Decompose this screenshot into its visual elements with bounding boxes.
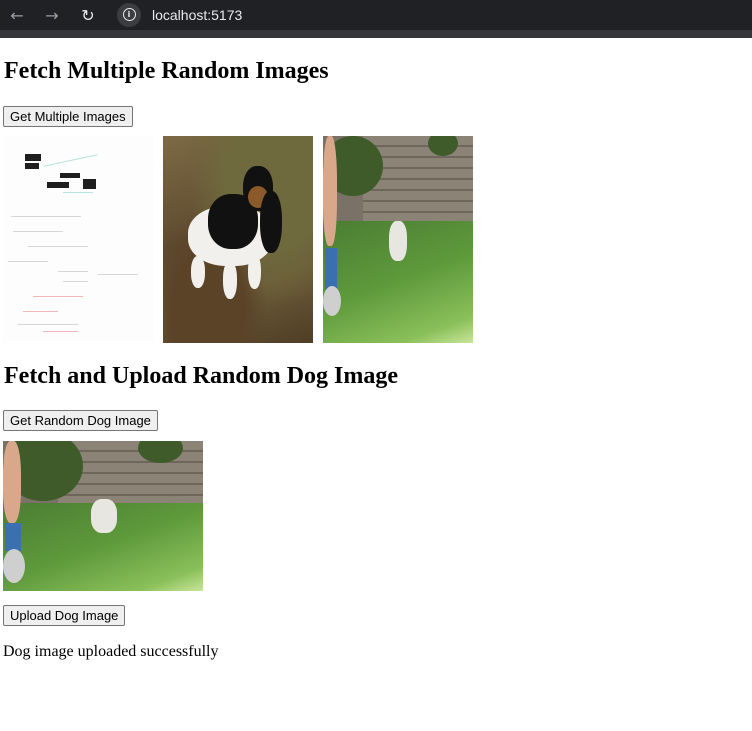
heading-fetch-upload: Fetch and Upload Random Dog Image xyxy=(4,363,399,389)
random-image-diagram xyxy=(3,136,153,343)
reload-icon[interactable]: ↻ xyxy=(77,4,99,26)
toolbar-divider xyxy=(0,30,752,38)
get-multiple-images-button[interactable]: Get Multiple Images xyxy=(3,106,133,127)
heading-multiple-images: Fetch Multiple Random Images xyxy=(4,58,329,84)
upload-status-message: Dog image uploaded successfully xyxy=(3,643,219,660)
dog-image xyxy=(3,441,203,591)
random-image-backyard xyxy=(323,136,473,343)
random-image-beagle xyxy=(163,136,313,343)
info-icon[interactable]: i xyxy=(117,2,141,27)
url-text: localhost:5173 xyxy=(152,6,243,23)
get-random-dog-image-button[interactable]: Get Random Dog Image xyxy=(3,410,158,431)
arrow-forward-icon[interactable]: → xyxy=(41,4,63,26)
upload-dog-image-button[interactable]: Upload Dog Image xyxy=(3,605,126,626)
arrow-back-icon[interactable]: ← xyxy=(6,4,28,26)
address-bar[interactable]: i localhost:5173 xyxy=(114,0,752,29)
browser-toolbar: ← → ↻ i localhost:5173 xyxy=(0,0,752,38)
